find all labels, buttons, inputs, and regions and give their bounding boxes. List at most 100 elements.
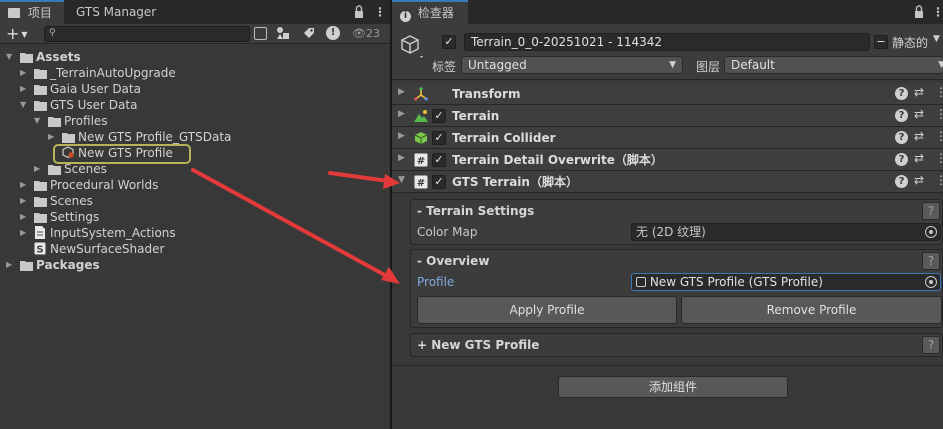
collapsed-arrow-icon[interactable]: ▶ — [398, 109, 405, 119]
collapsed-arrow-icon[interactable]: ▶ — [20, 193, 30, 209]
component-enabled-checkbox[interactable]: ✓ — [432, 175, 446, 189]
hidden-packages-toggle[interactable]: 👁23 — [352, 26, 380, 42]
component-header[interactable]: ▶ ✓ Terrain Collider? ⇄ ⋮ — [392, 127, 943, 149]
component-header[interactable]: ▶ ✓ Terrain? ⇄ ⋮ — [392, 105, 943, 127]
help-icon[interactable]: ? — [922, 252, 940, 270]
preset-icon[interactable]: ⇄ — [914, 85, 924, 99]
label-tag-icon[interactable] — [302, 26, 316, 40]
collapsed-arrow-icon[interactable]: ▶ — [20, 177, 30, 193]
collapsed-arrow-icon[interactable]: ▶ — [20, 81, 30, 97]
terrain-settings-title[interactable]: - Terrain Settings — [417, 200, 534, 222]
svg-text:S: S — [36, 245, 43, 256]
filter-by-type-icon[interactable] — [276, 26, 290, 40]
expanded-arrow-icon[interactable]: ▼ — [20, 97, 30, 113]
lock-icon[interactable] — [354, 0, 364, 24]
tag-dropdown[interactable]: Untagged ▼ — [461, 56, 683, 74]
preset-icon[interactable]: ⇄ — [914, 151, 924, 165]
help-icon[interactable]: ? — [895, 153, 908, 166]
profile-field[interactable]: New GTS Profile (GTS Profile) — [631, 273, 941, 291]
component-menu-icon[interactable]: ⋮ — [935, 151, 943, 165]
collapsed-arrow-icon[interactable]: ▶ — [6, 257, 16, 273]
expanded-arrow-icon[interactable]: ▼ — [6, 49, 16, 65]
expanded-arrow-icon[interactable]: ▼ — [34, 113, 44, 129]
tree-item[interactable]: S NewSurfaceShader — [0, 241, 390, 257]
active-checkbox[interactable]: ✓ — [442, 35, 456, 49]
tree-item[interactable]: ▼ GTS User Data — [0, 97, 390, 113]
tree-item[interactable]: ▼ Assets — [0, 49, 390, 65]
color-map-field[interactable]: 无 (2D 纹理) — [631, 223, 941, 241]
search-input[interactable]: ⚲ — [44, 26, 250, 42]
tree-item[interactable]: ▶ Packages — [0, 257, 390, 273]
inspector-tab-bar: i 检查器 ⋮ — [392, 0, 943, 24]
tree-item[interactable]: ▼ Profiles — [0, 113, 390, 129]
help-icon[interactable]: ? — [895, 87, 908, 100]
component-menu-icon[interactable]: ⋮ — [935, 107, 943, 121]
tree-item[interactable]: ▶ InputSystem_Actions — [0, 225, 390, 241]
preset-icon[interactable]: ⇄ — [914, 107, 924, 121]
collapsed-arrow-icon[interactable]: ▶ — [34, 161, 44, 177]
search-icon: ⚲ — [49, 28, 56, 38]
more-options-icon[interactable]: ⋮ — [932, 0, 943, 24]
preset-icon[interactable]: ⇄ — [914, 173, 924, 187]
terrain-settings-section: - Terrain Settings ? Color Map 无 (2D 纹理) — [410, 199, 943, 245]
collapsed-arrow-icon[interactable]: ▶ — [398, 131, 405, 141]
tab-gts-manager[interactable]: GTS Manager — [66, 0, 176, 24]
help-icon[interactable]: ? — [895, 131, 908, 144]
component-menu-icon[interactable]: ⋮ — [935, 129, 943, 143]
component-enabled-checkbox[interactable]: ✓ — [432, 109, 446, 123]
collapsed-arrow-icon[interactable]: ▶ — [20, 225, 30, 241]
component-header[interactable]: ▶ # ✓ Terrain Detail Overwrite（脚本）? ⇄ ⋮ — [392, 149, 943, 171]
expanded-arrow-icon[interactable]: ▼ — [398, 175, 405, 185]
overview-title[interactable]: - Overview — [417, 250, 489, 272]
remove-profile-button[interactable]: Remove Profile — [681, 296, 942, 324]
add-asset-button[interactable]: + ▼ — [6, 24, 28, 45]
component-header[interactable]: ▼ # ✓ GTS Terrain（脚本）? ⇄ ⋮ — [392, 171, 943, 193]
tab-project[interactable]: 项目 — [0, 0, 64, 24]
object-name-field[interactable]: Terrain_0_0-20251021 - 114342 — [464, 33, 870, 51]
static-toggle[interactable]: − — [874, 35, 888, 49]
tree-item[interactable]: ▶ Scenes — [0, 161, 390, 177]
folder-icon — [8, 8, 20, 18]
lock-icon[interactable] — [914, 0, 924, 24]
collapsed-arrow-icon[interactable]: ▶ — [48, 129, 58, 145]
object-picker-icon[interactable] — [925, 226, 937, 238]
layer-dropdown[interactable]: Default ▼ — [724, 56, 943, 74]
tab-inspector[interactable]: i 检查器 — [392, 0, 468, 24]
tree-item-label: Profiles — [64, 114, 108, 128]
tree-item[interactable]: New GTS Profile — [0, 145, 390, 161]
search-field[interactable] — [61, 27, 247, 41]
component-enabled-checkbox[interactable]: ✓ — [432, 131, 446, 145]
tree-item[interactable]: ▶ _TerrainAutoUpgrade — [0, 65, 390, 81]
collapsed-arrow-icon[interactable]: ▶ — [20, 209, 30, 225]
tree-item[interactable]: ▶ Settings — [0, 209, 390, 225]
collapsed-arrow-icon[interactable]: ▶ — [398, 153, 405, 163]
tree-item-label: New GTS Profile_GTSData — [78, 130, 232, 144]
layer-value: Default — [731, 58, 775, 72]
add-component-button[interactable]: 添加组件 — [558, 376, 788, 398]
overview-section: - Overview ? Profile New GTS Profile (GT… — [410, 249, 943, 328]
help-icon[interactable]: ? — [922, 336, 940, 354]
warning-filter-icon[interactable]: ! — [326, 26, 340, 40]
tree-item[interactable]: ▶ New GTS Profile_GTSData — [0, 129, 390, 145]
tree-item[interactable]: ▶ Procedural Worlds — [0, 177, 390, 193]
preset-icon[interactable]: ⇄ — [914, 129, 924, 143]
search-by-type-icon[interactable] — [254, 27, 267, 40]
tree-item[interactable]: ▶ Scenes — [0, 193, 390, 209]
help-icon[interactable]: ? — [895, 175, 908, 188]
new-gts-profile-title[interactable]: + New GTS Profile — [417, 334, 539, 356]
component-header[interactable]: ▶ Transform? ⇄ ⋮ — [392, 83, 943, 105]
apply-profile-button[interactable]: Apply Profile — [417, 296, 677, 324]
component-enabled-checkbox[interactable]: ✓ — [432, 153, 446, 167]
help-icon[interactable]: ? — [922, 202, 940, 220]
help-icon[interactable]: ? — [895, 109, 908, 122]
gameobject-cube-icon[interactable] — [400, 34, 426, 60]
chevron-down-icon[interactable]: ▼ — [933, 34, 940, 44]
collapsed-arrow-icon[interactable]: ▶ — [398, 87, 405, 97]
collapsed-arrow-icon[interactable]: ▶ — [20, 65, 30, 81]
component-menu-icon[interactable]: ⋮ — [935, 85, 943, 99]
object-picker-icon[interactable] — [925, 276, 937, 288]
component-menu-icon[interactable]: ⋮ — [935, 173, 943, 187]
more-options-icon[interactable]: ⋮ — [374, 0, 386, 24]
svg-text:#: # — [417, 178, 425, 189]
tree-item[interactable]: ▶ Gaia User Data — [0, 81, 390, 97]
